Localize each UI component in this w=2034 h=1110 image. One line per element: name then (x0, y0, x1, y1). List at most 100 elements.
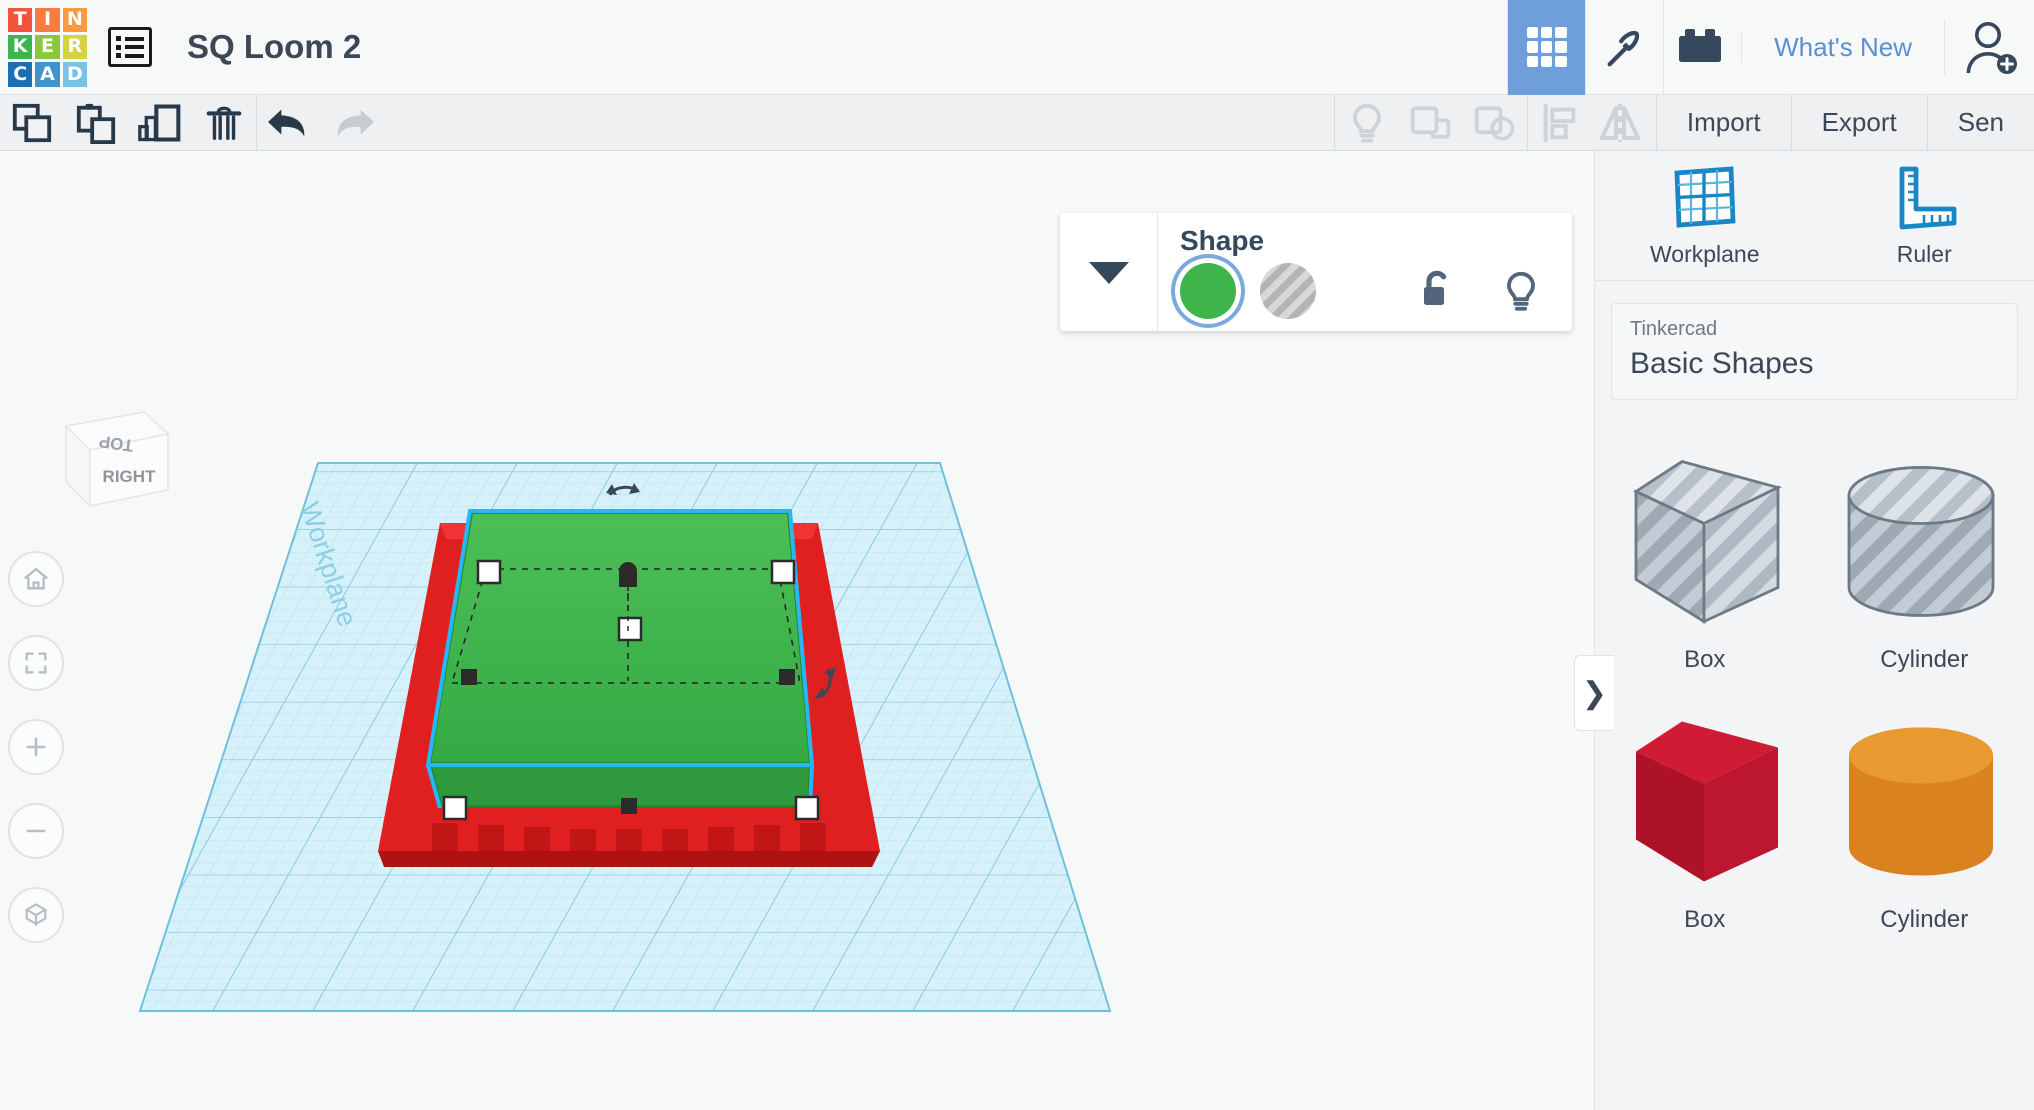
zoom-out-button[interactable] (8, 803, 64, 859)
plus-icon (26, 737, 46, 757)
mirror-button[interactable] (1592, 95, 1656, 150)
undo-arrow-icon (268, 109, 305, 136)
pickaxe-icon (1607, 31, 1639, 67)
send-to-button[interactable]: Sen (1926, 95, 2034, 150)
logo-tile-t: T (8, 7, 33, 32)
logo-tile-c: C (8, 62, 33, 87)
solid-color-swatch[interactable] (1180, 263, 1236, 319)
group-shapes-icon (1410, 106, 1451, 139)
shape-item-cylinder-hole-label: Cylinder (1880, 646, 1969, 673)
lightbulb-icon[interactable] (1500, 268, 1542, 314)
show-hide-button[interactable] (1335, 95, 1399, 150)
align-icon (1543, 103, 1576, 142)
view-cube-icon[interactable]: TOP RIGHT (48, 386, 173, 516)
shape-item-box-solid-label: Box (1684, 906, 1726, 933)
toolbar-gap (385, 95, 1334, 150)
logo-tile-a: A (35, 62, 60, 87)
box-hole-thumbnail (1632, 459, 1782, 625)
copy-icon (12, 103, 52, 142)
align-button[interactable] (1528, 95, 1592, 150)
mirror-icon (1599, 103, 1640, 142)
list-menu-icon (108, 27, 152, 67)
view-nav-buttons (8, 551, 64, 971)
sidebar-tool-ruler-label: Ruler (1896, 241, 1952, 267)
sidebar-toggle-button[interactable]: ❯ (1574, 655, 1614, 731)
chevron-right-icon: ❯ (1581, 676, 1608, 710)
edit-toolbar: Import Export Sen (0, 95, 2034, 151)
copy-button[interactable] (0, 95, 64, 150)
shape-panel-icon-group (1414, 268, 1550, 314)
collection-owner-label: Tinkercad (1630, 318, 1718, 340)
perspective-toggle-button[interactable] (8, 887, 64, 943)
triangle-down-icon (1088, 262, 1129, 284)
cylinder-solid-thumbnail (1849, 727, 1994, 876)
user-add-icon (1966, 22, 2017, 74)
unlock-icon[interactable] (1414, 268, 1458, 314)
paste-button[interactable] (64, 95, 128, 150)
shape-item-cylinder-solid-label: Cylinder (1880, 906, 1969, 933)
shape-item-cylinder-hole[interactable]: Cylinder (1815, 428, 2034, 678)
tab-3d-designs[interactable] (1507, 0, 1586, 95)
fit-to-view-button[interactable] (8, 635, 64, 691)
logo-tile-n: N (62, 7, 87, 32)
grid-3x3-icon (1526, 27, 1567, 67)
logo-tile-k: K (8, 34, 33, 60)
sidebar-tool-row: Workplane Ruler (1595, 151, 2034, 281)
shape-item-box-hole[interactable]: Box (1595, 428, 1815, 678)
shapes-sidebar: Workplane Ruler Tinkercad Basic Shapes B… (1594, 151, 2034, 1110)
shape-inspector-panel[interactable]: Shape (1060, 213, 1572, 331)
ruler-icon (1899, 166, 1957, 230)
shape-panel-collapse-button[interactable] (1060, 213, 1158, 331)
group-button[interactable] (1399, 95, 1463, 150)
workplane-grid-icon (1674, 166, 1736, 228)
zoom-in-button[interactable] (8, 719, 64, 775)
ungroup-button[interactable] (1463, 95, 1527, 150)
lego-brick-icon (1678, 29, 1721, 62)
hole-swatch[interactable] (1260, 263, 1316, 319)
collection-name-label: Basic Shapes (1630, 347, 1814, 380)
lightbulb-icon (1352, 103, 1381, 143)
logo-tile-d: D (62, 62, 87, 87)
shape-panel-body: Shape (1158, 213, 1572, 331)
box-solid-thumbnail (1635, 721, 1778, 882)
list-menu-button[interactable] (95, 0, 165, 95)
view-cube[interactable]: TOP RIGHT (48, 386, 173, 521)
minus-icon (26, 829, 46, 833)
duplicate-button[interactable] (128, 95, 192, 150)
green-selected-shape[interactable] (425, 509, 815, 809)
trash-icon (206, 106, 242, 140)
page-title[interactable]: SQ Loom 2 (187, 28, 361, 66)
shape-panel-title: Shape (1180, 225, 1265, 256)
view-cube-front-label: RIGHT (103, 467, 157, 486)
top-tab-group (1507, 0, 1741, 95)
shape-item-box-solid[interactable]: Box (1595, 688, 1815, 938)
redo-button[interactable] (321, 95, 385, 150)
cylinder-hole-thumbnail (1847, 466, 1995, 617)
tinkercad-logo[interactable]: T I N K E R C A D (0, 0, 95, 95)
cube-view-icon (24, 903, 48, 926)
shape-panel-controls (1180, 263, 1550, 319)
shape-item-cylinder-solid[interactable]: Cylinder (1815, 688, 2034, 938)
top-bar: T I N K E R C A D SQ Loom 2 What's New (0, 0, 2034, 95)
sidebar-tool-workplane[interactable]: Workplane (1595, 151, 1815, 280)
tab-minecraft[interactable] (1585, 0, 1663, 95)
shape-item-box-hole-label: Box (1684, 646, 1726, 673)
ungroup-shapes-icon (1474, 106, 1515, 140)
duplicate-icon (138, 103, 181, 142)
paste-icon (76, 103, 116, 144)
delete-button[interactable] (192, 95, 256, 150)
sidebar-tool-workplane-label: Workplane (1649, 241, 1760, 267)
sidebar-tool-ruler[interactable]: Ruler (1815, 151, 2034, 280)
tab-blocks[interactable] (1663, 0, 1741, 95)
user-account-button[interactable] (1944, 19, 2034, 75)
fit-frame-icon (25, 652, 47, 674)
shape-library-grid: Box Cylinder Box Cylinder (1595, 428, 2034, 938)
undo-button[interactable] (257, 95, 321, 150)
export-button[interactable]: Export (1790, 95, 1927, 150)
home-view-button[interactable] (8, 551, 64, 607)
whats-new-link[interactable]: What's New (1741, 31, 1944, 63)
shape-collection-dropdown[interactable]: Tinkercad Basic Shapes (1611, 303, 2018, 400)
import-button[interactable]: Import (1655, 95, 1791, 150)
home-icon (24, 567, 48, 590)
logo-tile-r: R (62, 34, 87, 60)
